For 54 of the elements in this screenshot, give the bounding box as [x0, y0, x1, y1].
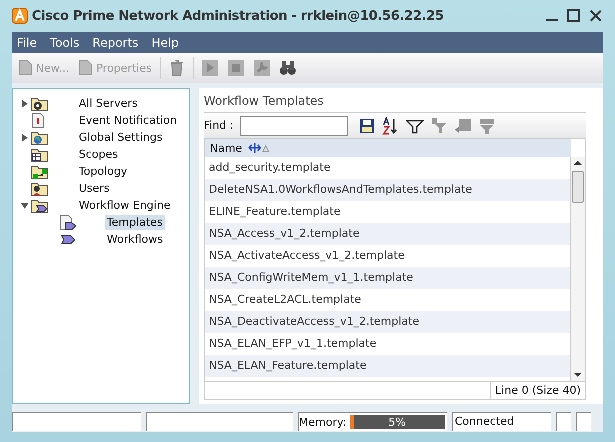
clear-filter-icon[interactable] — [430, 116, 448, 134]
menu-item[interactable]: Tools — [50, 36, 80, 50]
menu-item[interactable]: File — [17, 36, 38, 50]
menu-item[interactable]: Reports — [92, 36, 139, 50]
row-count: Line 0 (Size 40) — [490, 382, 585, 399]
menu-item[interactable]: Help — [152, 36, 180, 50]
find-label: Find : — [204, 119, 234, 132]
tree-item[interactable]: Global Settings — [77, 130, 165, 145]
table-cell[interactable]: NSA_DeactivateAccess_v1_2.template — [205, 311, 570, 333]
table-cell[interactable]: NSA_ELAN_EFP_v1_1.template — [205, 333, 570, 355]
table-cell[interactable]: NSA_CreateL2ACL.template — [205, 289, 570, 311]
memory-meter: 5% — [350, 415, 445, 429]
sort-icon[interactable] — [382, 116, 400, 134]
tree-item[interactable]: Scopes — [77, 147, 120, 162]
file-icon — [19, 60, 33, 76]
folder-icon — [31, 198, 49, 214]
tree-item[interactable]: Templates — [105, 215, 165, 230]
find-field[interactable] — [240, 116, 348, 136]
column-header[interactable]: Name — [210, 142, 242, 154]
tree-item[interactable]: Workflow Engine — [77, 198, 173, 213]
save-icon[interactable] — [358, 116, 376, 134]
tree-item[interactable]: Event Notification — [77, 113, 180, 128]
expand-arrow-icon[interactable] — [22, 100, 28, 108]
tree-item[interactable]: Users — [77, 181, 112, 196]
folder-icon — [31, 130, 49, 146]
table-cell[interactable]: DeleteNSA1.0WorkflowsAndTemplates.template — [205, 179, 570, 201]
scrollbar-thumb[interactable] — [572, 171, 584, 203]
table-cell[interactable]: NSA_ConfigWriteMem_v1_1.template — [205, 267, 570, 289]
table-cell[interactable]: add_security.template — [205, 157, 570, 179]
table-cell[interactable]: NSA_ELAN_Feature.template — [205, 355, 570, 377]
sort-ascending-icon — [248, 142, 270, 154]
expand-arrow-icon[interactable] — [22, 134, 28, 142]
close-icon[interactable] — [589, 9, 603, 23]
folder-icon — [31, 96, 49, 112]
tree-item[interactable]: Workflows — [105, 232, 166, 247]
window-title: Cisco Prime Network Administration - rrklein@10.56.22.25 — [32, 8, 444, 24]
folder-icon — [31, 164, 49, 180]
connection-status: Connected — [452, 412, 552, 432]
table-cell[interactable]: NSA_Access_v1_2.template — [205, 223, 570, 245]
file-icon — [79, 60, 94, 76]
maximize-icon[interactable] — [567, 9, 581, 23]
table-cell[interactable]: ELINE_Feature.template — [205, 201, 570, 223]
memory-label: Memory: — [299, 416, 347, 428]
app-logo-icon — [12, 8, 28, 24]
status-field — [576, 412, 592, 432]
tree-item[interactable]: Topology — [77, 164, 130, 179]
tree-item[interactable]: All Servers — [77, 96, 140, 111]
status-field — [556, 412, 572, 432]
binoculars-icon[interactable] — [278, 58, 298, 78]
folder-icon — [31, 146, 49, 162]
table-cell[interactable]: NSA_ActivateAccess_v1_2.template — [205, 245, 570, 267]
collapse-arrow-icon[interactable] — [21, 202, 29, 208]
document-icon — [59, 214, 77, 230]
folder-icon — [31, 180, 49, 196]
